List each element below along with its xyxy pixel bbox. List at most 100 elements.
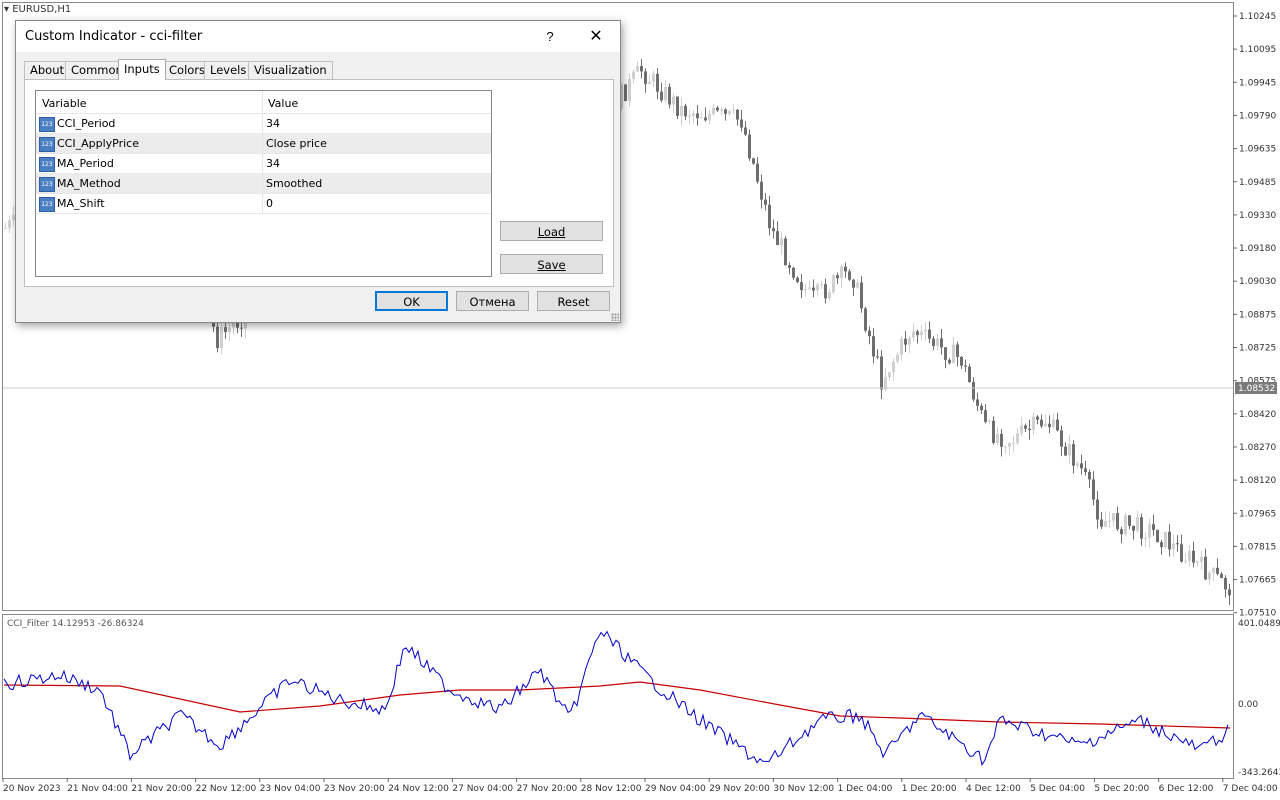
- candle-body: [1040, 419, 1043, 427]
- cancel-button[interactable]: Отмена: [456, 291, 529, 311]
- column-variable[interactable]: Variable: [42, 97, 87, 110]
- candle-body: [720, 109, 723, 111]
- table-row[interactable]: 123 CCI_Period 34: [36, 114, 491, 134]
- candle-body: [776, 231, 779, 246]
- custom-indicator-dialog: Custom Indicator - cci-filter ? ✕ About …: [15, 20, 621, 323]
- tab-about[interactable]: About: [24, 61, 71, 79]
- candle-body: [1120, 529, 1123, 535]
- candle-body: [1188, 550, 1191, 561]
- candle-body: [1212, 567, 1215, 573]
- price-label: 1.07665: [1239, 576, 1276, 586]
- time-label: 28 Nov 12:00: [581, 784, 642, 794]
- candle-body: [716, 107, 719, 111]
- parameter-icon: 123: [39, 157, 55, 172]
- candle-body: [1228, 589, 1231, 596]
- column-value[interactable]: Value: [268, 97, 298, 110]
- candle-body: [992, 420, 995, 443]
- dialog-title: Custom Indicator - cci-filter: [25, 29, 203, 44]
- reset-button[interactable]: Reset: [537, 291, 610, 311]
- candle-body: [1104, 521, 1107, 527]
- table-row[interactable]: 123 MA_Method Smoothed: [36, 174, 491, 194]
- candle-body: [636, 66, 639, 72]
- tab-inputs[interactable]: Inputs: [118, 59, 166, 80]
- indicator-scale-label: 0.00: [1238, 700, 1258, 710]
- candle-body: [772, 228, 775, 232]
- candle-body: [952, 344, 955, 364]
- candle-body: [844, 266, 847, 272]
- tab-visualization[interactable]: Visualization: [248, 61, 333, 79]
- table-row[interactable]: 123 MA_Shift 0: [36, 194, 491, 214]
- candle-body: [868, 330, 871, 337]
- candle-body: [764, 199, 767, 205]
- candle-body: [220, 327, 223, 349]
- ok-button[interactable]: OK: [375, 291, 448, 311]
- row-value[interactable]: 34: [266, 117, 280, 130]
- candle-body: [712, 107, 715, 114]
- candle-body: [1208, 572, 1211, 580]
- candle-body: [840, 266, 843, 279]
- candle-body: [1136, 517, 1139, 531]
- candle-body: [1016, 433, 1019, 443]
- candle-body: [960, 356, 963, 366]
- candle-body: [224, 327, 227, 332]
- table-row[interactable]: 123 CCI_ApplyPrice Close price: [36, 134, 491, 154]
- inputs-panel: Variable Value 123 CCI_Period 34 123 CCI…: [24, 79, 614, 287]
- help-button[interactable]: ?: [538, 25, 562, 49]
- time-axis: 20 Nov 2023 21 Nov 04:00 21 Nov 20:00 22 No…: [2, 778, 1278, 794]
- candle-body: [632, 71, 635, 79]
- candle-body: [760, 181, 763, 200]
- candle-body: [1072, 444, 1075, 466]
- row-value[interactable]: Smoothed: [266, 177, 322, 190]
- candle-body: [924, 329, 927, 332]
- time-label: 29 Nov 20:00: [709, 784, 770, 794]
- price-label: 1.09030: [1239, 277, 1276, 287]
- candle-body: [908, 337, 911, 345]
- row-value[interactable]: 34: [266, 157, 280, 170]
- candle-body: [1156, 529, 1159, 543]
- candle-body: [888, 372, 891, 378]
- time-label: 27 Nov 20:00: [517, 784, 578, 794]
- candle-body: [676, 96, 679, 116]
- candle-body: [8, 220, 11, 228]
- row-variable: MA_Shift: [57, 197, 105, 210]
- time-label: 7 Dec 04:00: [1223, 784, 1278, 794]
- candle-body: [1124, 515, 1127, 535]
- candle-body: [804, 288, 807, 291]
- candle-body: [988, 420, 991, 422]
- candle-body: [652, 73, 655, 82]
- time-label: 29 Nov 04:00: [645, 784, 706, 794]
- time-label: 5 Dec 20:00: [1094, 784, 1149, 794]
- candle-body: [732, 109, 735, 111]
- candle-body: [848, 271, 851, 280]
- candle-body: [756, 163, 759, 182]
- indicator-lines: [3, 630, 1231, 767]
- dialog-titlebar[interactable]: Custom Indicator - cci-filter ? ✕: [16, 21, 620, 52]
- table-row[interactable]: 123 MA_Period 34: [36, 154, 491, 174]
- row-variable: CCI_Period: [57, 117, 116, 130]
- candle-body: [216, 326, 219, 349]
- candle-body: [752, 158, 755, 164]
- row-value[interactable]: 0: [266, 197, 273, 210]
- row-value[interactable]: Close price: [266, 137, 327, 150]
- time-label: 23 Nov 04:00: [260, 784, 321, 794]
- chevron-down-icon[interactable]: ▾: [4, 4, 9, 15]
- candle-body: [904, 338, 907, 345]
- save-button[interactable]: Save: [500, 254, 603, 274]
- candle-body: [940, 338, 943, 348]
- candle-body: [692, 113, 695, 116]
- time-label: 6 Dec 12:00: [1159, 784, 1214, 794]
- inputs-table[interactable]: Variable Value 123 CCI_Period 34 123 CCI…: [35, 90, 492, 277]
- candle-body: [744, 127, 747, 135]
- price-label: 1.08270: [1239, 443, 1276, 453]
- tab-levels[interactable]: Levels: [204, 61, 253, 79]
- time-label: 5 Dec 04:00: [1030, 784, 1085, 794]
- candle-body: [812, 287, 815, 291]
- candle-body: [1036, 416, 1039, 420]
- candle-body: [896, 354, 899, 362]
- load-button[interactable]: Load: [500, 221, 603, 241]
- candle-body: [1196, 561, 1199, 563]
- close-icon[interactable]: ✕: [582, 25, 610, 49]
- resize-grip[interactable]: [611, 313, 619, 321]
- candle-body: [700, 117, 703, 119]
- candle-body: [796, 277, 799, 283]
